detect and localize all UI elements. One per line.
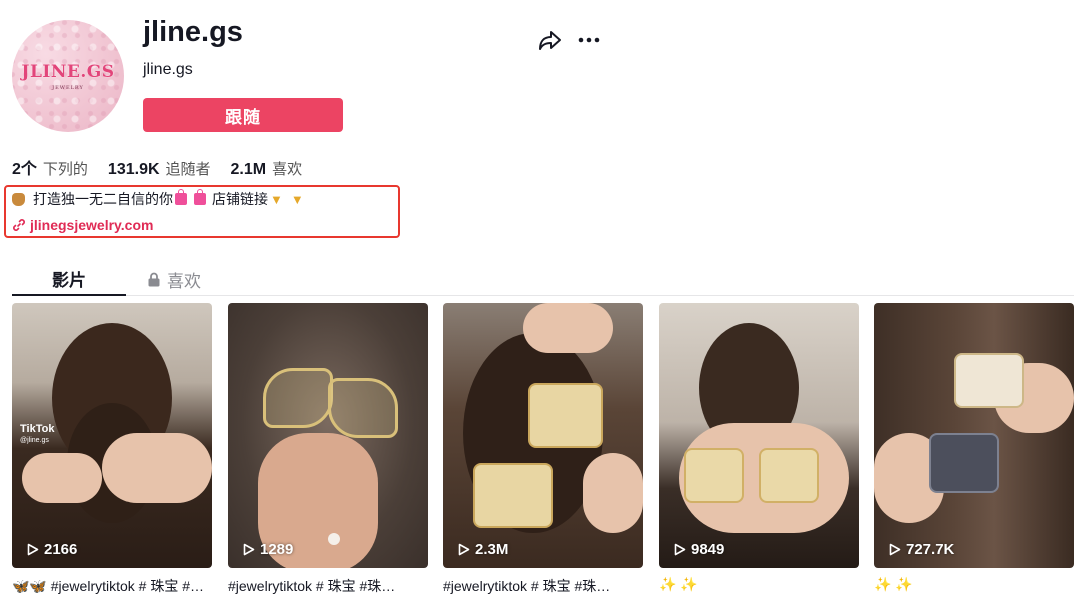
profile-tabs: 影片 喜欢 <box>12 262 1074 296</box>
stat-likes-label: 喜欢 <box>272 161 303 178</box>
video-card[interactable]: 2.3M #jewelrytiktok # 珠宝 #珠… <box>443 303 643 596</box>
watermark-text: TikTok <box>20 423 55 435</box>
video-card[interactable]: TikTok @jline.gs 2166 🦋🦋 #jewelrytiktok … <box>12 303 212 596</box>
play-icon <box>889 543 901 556</box>
profile-nickname: jline.gs <box>143 61 193 78</box>
watermark-handle: @jline.gs <box>20 437 49 444</box>
play-icon <box>674 543 686 556</box>
video-views: 1289 <box>243 541 293 558</box>
stat-following-label: 下列的 <box>42 161 88 178</box>
video-views-count: 727.7K <box>906 541 955 558</box>
play-icon <box>458 543 470 556</box>
stat-followers-label: 追随者 <box>165 161 211 178</box>
avatar-logo-text: JLINE.GS <box>21 61 115 82</box>
link-icon <box>13 219 25 231</box>
shopping-bag-icon <box>175 189 187 205</box>
video-thumbnail[interactable]: 727.7K <box>874 303 1074 568</box>
video-views: 2.3M <box>458 541 508 558</box>
video-thumbnail[interactable]: 2.3M <box>443 303 643 568</box>
video-views: 9849 <box>674 541 724 558</box>
tab-liked[interactable]: 喜欢 <box>138 262 210 296</box>
money-bag-icon <box>12 192 25 206</box>
tab-liked-label: 喜欢 <box>167 271 201 291</box>
stat-followers-value: 131.9K <box>107 161 160 178</box>
video-views-count: 2.3M <box>475 541 509 558</box>
video-caption[interactable]: #jewelrytiktok # 珠宝 #珠… <box>443 576 643 596</box>
bio-link-text: jlinegsjewelry.com <box>30 217 154 233</box>
share-icon[interactable] <box>537 28 563 52</box>
more-icon[interactable] <box>576 28 602 52</box>
shopping-bag-icon <box>194 189 206 205</box>
video-views-count: 2166 <box>44 541 78 558</box>
video-caption[interactable]: 🦋🦋 #jewelrytiktok # 珠宝 #… <box>12 576 212 596</box>
stat-likes: 2.1M 喜欢 <box>231 158 303 179</box>
bio-text-part2: 店铺链接 <box>212 191 268 207</box>
stat-followers[interactable]: 131.9K 追随者 <box>108 158 211 179</box>
lock-icon <box>148 272 160 286</box>
video-caption[interactable]: ✨ ✨ <box>874 576 1074 593</box>
profile-username: jline.gs <box>143 16 243 48</box>
video-caption[interactable]: #jewelrytiktok # 珠宝 #珠… <box>228 576 428 596</box>
video-views: 727.7K <box>889 541 954 558</box>
profile-stats: 2个 下列的 131.9K 追随者 2.1M 喜欢 <box>12 155 322 179</box>
video-thumbnail[interactable]: 9849 <box>659 303 859 568</box>
pointing-down-icon: ▼ <box>290 191 304 207</box>
video-thumbnail[interactable]: 1289 <box>228 303 428 568</box>
bio-link[interactable]: jlinegsjewelry.com <box>12 217 153 233</box>
stat-likes-value: 2.1M <box>230 161 267 178</box>
avatar-sub-text: JEWELRY <box>52 84 84 91</box>
video-views-count: 9849 <box>691 541 725 558</box>
bio-text: 打造独一无二自信的你 店铺链接 ▼ ▼ <box>12 189 304 209</box>
video-thumbnail[interactable]: TikTok @jline.gs 2166 <box>12 303 212 568</box>
video-card[interactable]: 9849 ✨ ✨ <box>659 303 859 593</box>
tab-videos[interactable]: 影片 <box>12 262 126 296</box>
bio-text-part1: 打造独一无二自信的你 <box>33 191 173 207</box>
follow-button[interactable]: 跟随 <box>143 98 343 132</box>
play-icon <box>27 543 39 556</box>
video-views: 2166 <box>27 541 77 558</box>
stat-following[interactable]: 2个 下列的 <box>12 155 88 179</box>
profile-avatar[interactable]: JLINE.GS JEWELRY <box>12 20 124 132</box>
pointing-down-icon: ▼ <box>270 191 283 207</box>
video-caption[interactable]: ✨ ✨ <box>659 576 859 593</box>
play-icon <box>243 543 255 556</box>
tiktok-watermark: TikTok @jline.gs <box>20 423 54 444</box>
stat-following-value: 2个 <box>12 161 37 178</box>
video-card[interactable]: 727.7K ✨ ✨ <box>874 303 1074 593</box>
video-card[interactable]: 1289 #jewelrytiktok # 珠宝 #珠… <box>228 303 428 596</box>
video-views-count: 1289 <box>260 541 294 558</box>
